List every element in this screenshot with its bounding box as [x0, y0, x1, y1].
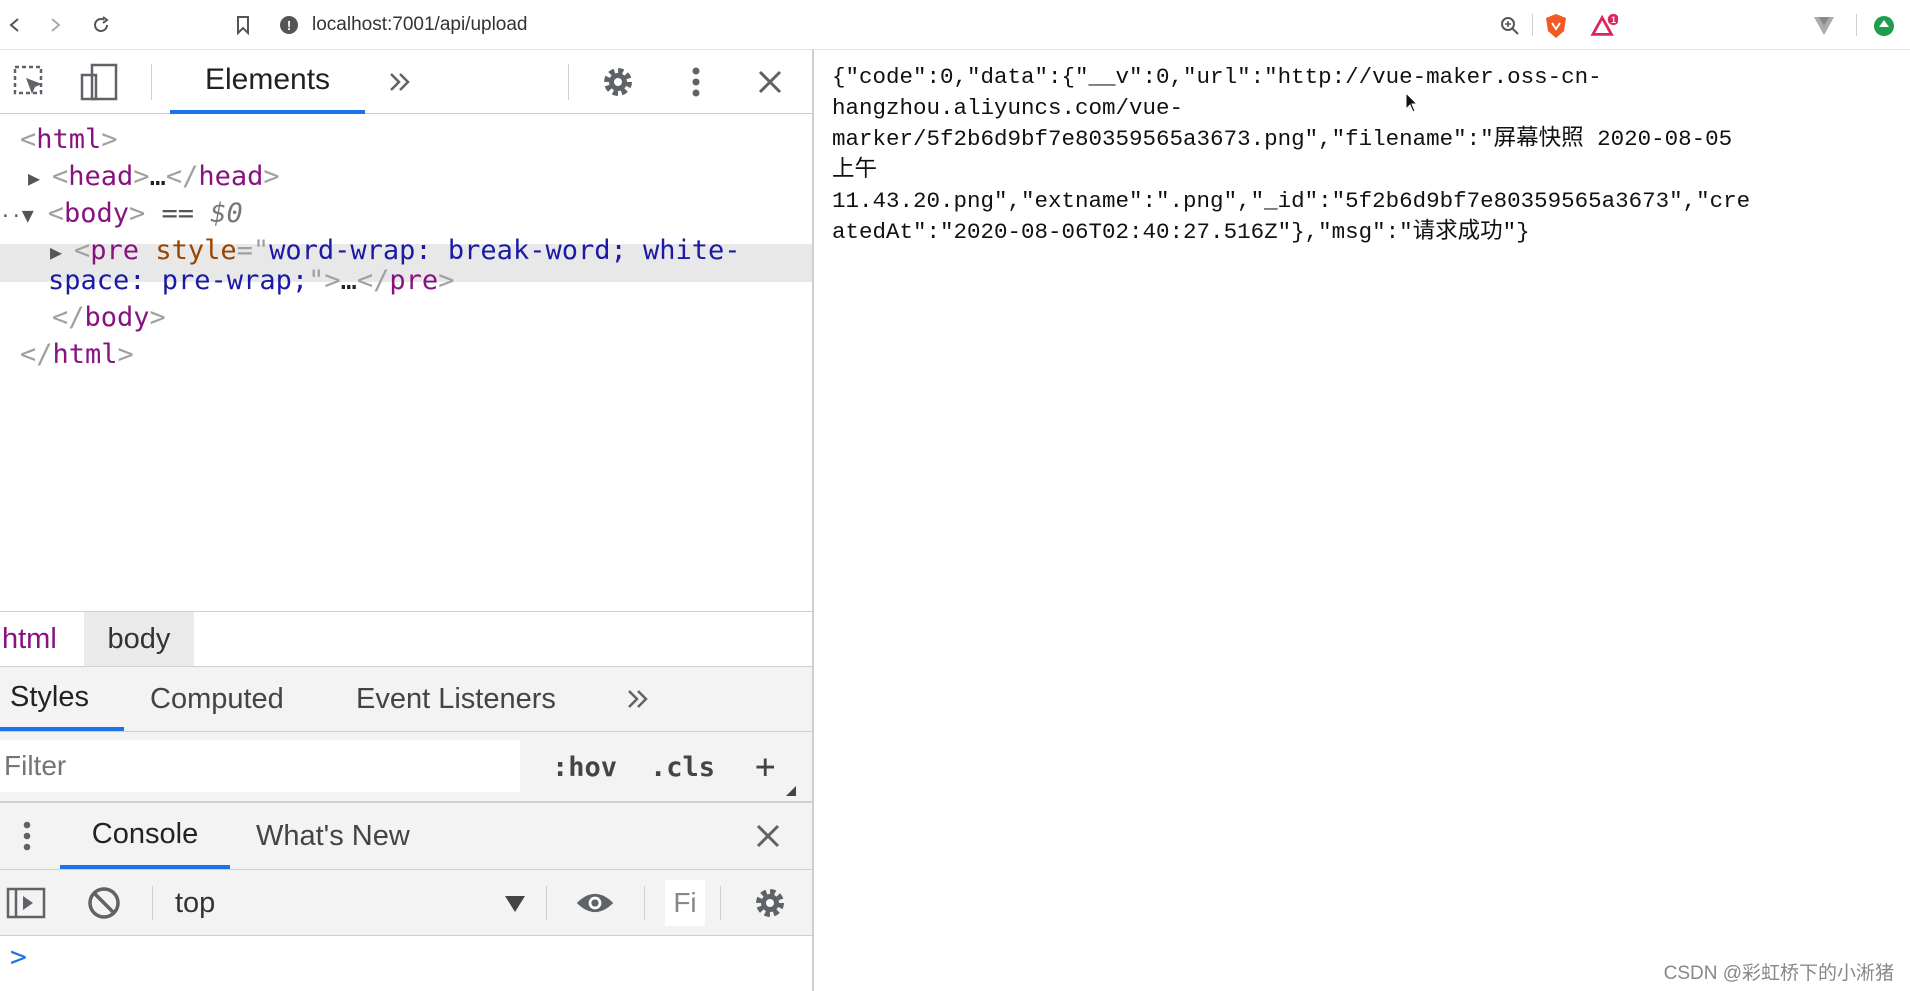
- topbar-divider: [151, 64, 152, 100]
- bookmark-icon[interactable]: [230, 12, 256, 38]
- dom-node-pre-cont[interactable]: space: pre-wrap;">…</pre>: [48, 262, 454, 299]
- toolbar-divider: [720, 886, 721, 920]
- tag-name: pre: [389, 265, 439, 296]
- expand-triangle-icon[interactable]: ▶: [28, 160, 52, 197]
- tab-computed[interactable]: Computed: [150, 667, 284, 731]
- cls-button[interactable]: .cls: [650, 742, 715, 792]
- console-toolbar: top Fi: [0, 870, 812, 936]
- response-body: {"code":0,"data":{"__v":0,"url":"http://…: [832, 64, 1751, 245]
- tag-name: html: [36, 124, 102, 155]
- toolbar-divider: [152, 886, 153, 920]
- back-icon[interactable]: [2, 12, 28, 38]
- tag-name: html: [52, 339, 118, 370]
- selected-ref: $0: [210, 198, 243, 229]
- zoom-icon[interactable]: [1496, 12, 1524, 40]
- devtools-topbar: Elements: [0, 50, 812, 114]
- breadcrumb-label: body: [107, 622, 171, 655]
- brave-rewards-icon[interactable]: 1: [1590, 12, 1618, 40]
- brave-shield-icon[interactable]: [1542, 12, 1570, 40]
- drawer-menu-icon[interactable]: [22, 803, 32, 869]
- clear-console-icon[interactable]: [84, 883, 124, 923]
- forward-icon[interactable]: [42, 12, 68, 38]
- tab-elements[interactable]: Elements: [170, 50, 365, 114]
- hov-button[interactable]: :hov: [552, 742, 617, 792]
- address-url: localhost:7001/api/upload: [312, 14, 528, 35]
- inspect-element-icon[interactable]: [10, 62, 50, 102]
- device-toolbar-icon[interactable]: [80, 62, 120, 102]
- topbar-divider: [568, 64, 569, 100]
- tag-name: head: [68, 161, 134, 192]
- address-bar[interactable]: ! localhost:7001/api/upload: [280, 8, 1550, 42]
- toolbar-divider: [644, 886, 645, 920]
- dropdown-triangle-icon: [505, 896, 525, 912]
- toolbar-divider: [546, 886, 547, 920]
- more-tabs-chevron-icon[interactable]: [380, 62, 420, 102]
- reload-icon[interactable]: [88, 12, 114, 38]
- collapse-triangle-icon[interactable]: ▼: [22, 197, 48, 234]
- breadcrumb-html[interactable]: html: [2, 612, 57, 666]
- dom-node-body-close[interactable]: </body>: [52, 299, 166, 336]
- drawer-tabbar: Console What's New: [0, 802, 812, 870]
- toolbar-divider: [1532, 14, 1533, 36]
- collapsed-ellipsis: …: [340, 265, 357, 296]
- browser-toolbar: ! localhost:7001/api/upload 1: [0, 0, 1910, 50]
- corner-triangle-icon: [786, 786, 796, 796]
- mouse-cursor-icon: [1405, 92, 1419, 113]
- tag-name: body: [84, 302, 150, 333]
- context-value: top: [175, 886, 216, 919]
- console-settings-gear-icon[interactable]: [750, 883, 790, 923]
- styles-filter-input[interactable]: [0, 740, 520, 792]
- kebab-menu-icon[interactable]: [676, 62, 716, 102]
- extension-green-icon[interactable]: [1870, 12, 1898, 40]
- collapsed-ellipsis: …: [149, 161, 166, 192]
- styles-filter-row: :hov .cls +: [0, 732, 812, 802]
- close-devtools-icon[interactable]: [750, 62, 790, 102]
- tab-console[interactable]: Console: [60, 803, 230, 869]
- more-tabs-chevron-icon[interactable]: [624, 667, 652, 731]
- breadcrumb-label: html: [2, 622, 57, 655]
- context-select[interactable]: top: [175, 870, 530, 936]
- devtools-panel: Elements <html> ▶ <head>…</head> ··▼ <body…: [0, 50, 814, 991]
- breadcrumb-body[interactable]: body: [84, 612, 194, 666]
- styles-tabbar: Styles Computed Event Listeners: [0, 667, 812, 732]
- breadcrumb: html body: [0, 611, 812, 667]
- dom-tree: <html> ▶ <head>…</head> ··▼ <body> == $0 ▶…: [0, 114, 812, 659]
- console-filter-input[interactable]: Fi: [665, 880, 705, 926]
- tab-event-listeners[interactable]: Event Listeners: [356, 667, 556, 731]
- dom-node-html-close[interactable]: </html>: [20, 336, 134, 373]
- live-expression-eye-icon[interactable]: [575, 883, 615, 923]
- settings-gear-icon[interactable]: [598, 62, 638, 102]
- console-prompt[interactable]: >: [10, 940, 27, 973]
- rewards-badge: 1: [1611, 15, 1617, 25]
- sidebar-toggle-icon[interactable]: [6, 883, 46, 923]
- site-info-icon[interactable]: !: [280, 16, 298, 34]
- extension-vue-icon[interactable]: [1810, 12, 1838, 40]
- dom-node-html[interactable]: <html>: [20, 121, 118, 158]
- toolbar-divider: [1856, 14, 1857, 36]
- selected-eq: ==: [161, 198, 195, 229]
- tag-name: body: [63, 198, 129, 229]
- close-drawer-icon[interactable]: [754, 803, 782, 869]
- watermark: CSDN @彩虹桥下的小淅猪: [1663, 963, 1894, 984]
- tag-name: head: [198, 161, 264, 192]
- new-style-rule-button[interactable]: +: [755, 742, 775, 792]
- dom-node-head[interactable]: ▶ <head>…</head>: [28, 158, 280, 197]
- attr-value: space: pre-wrap;: [48, 265, 309, 296]
- tab-styles[interactable]: Styles: [0, 667, 124, 731]
- tab-whats-new[interactable]: What's New: [256, 803, 410, 869]
- selection-dots: ··: [0, 206, 22, 227]
- dom-node-body[interactable]: ··▼ <body> == $0: [0, 195, 243, 235]
